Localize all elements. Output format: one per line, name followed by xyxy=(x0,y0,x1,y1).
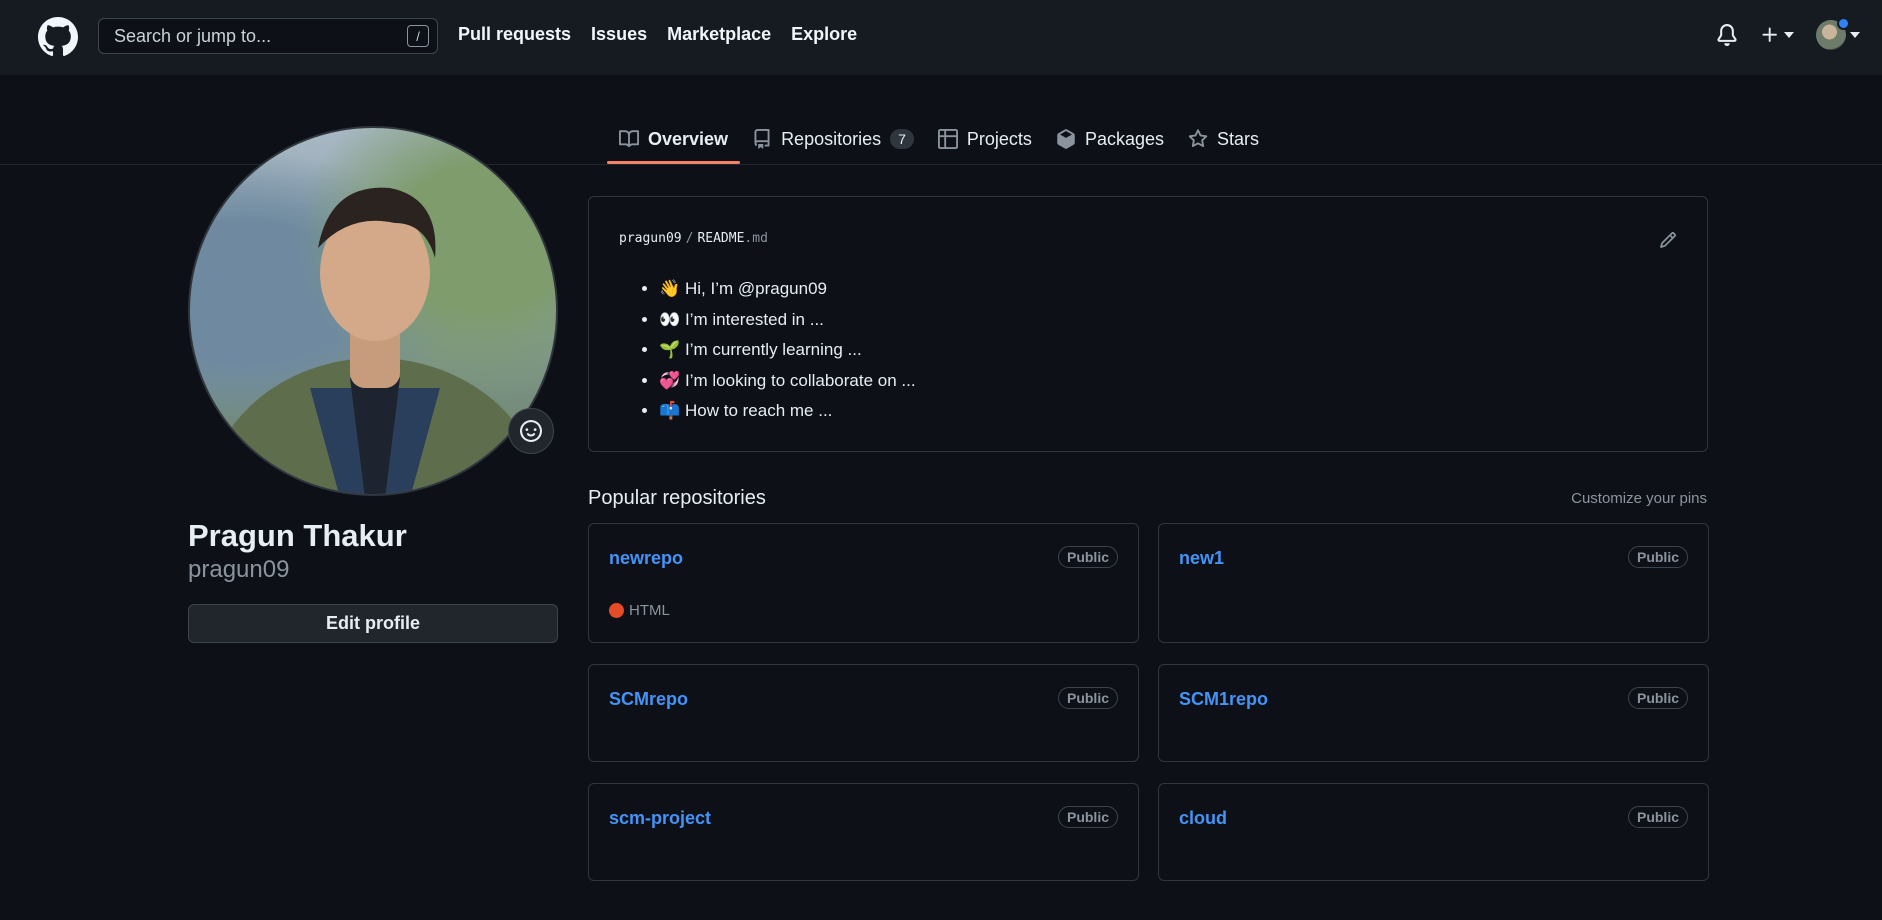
tab-packages[interactable]: Packages xyxy=(1044,115,1176,163)
popular-repos-title: Popular repositories xyxy=(588,487,766,509)
edit-profile-button[interactable]: Edit profile xyxy=(188,604,558,643)
path-separator: / xyxy=(685,231,694,246)
profile-avatar[interactable] xyxy=(188,126,558,496)
repo-count-badge: 7 xyxy=(890,129,914,149)
package-icon xyxy=(1057,129,1075,149)
profile-username: pragun09 xyxy=(188,556,290,583)
chevron-down-icon xyxy=(1850,32,1860,38)
language-color-dot xyxy=(609,603,624,618)
repo-name-link[interactable]: SCMrepo xyxy=(609,689,688,710)
visibility-badge: Public xyxy=(1627,546,1688,568)
github-logo-icon[interactable] xyxy=(38,17,78,57)
repo-card: SCMrepo Public xyxy=(588,664,1139,762)
profile-full-name: Pragun Thakur xyxy=(188,518,407,553)
seedling-icon: 🌱 xyxy=(659,340,681,359)
repo-card: scm-project Public xyxy=(588,783,1139,881)
list-item: 📫How to reach me ... xyxy=(659,397,916,428)
visibility-badge: Public xyxy=(1057,687,1118,709)
table-icon xyxy=(937,129,958,149)
create-new-dropdown[interactable] xyxy=(1760,25,1794,45)
tab-stars[interactable]: Stars xyxy=(1176,115,1271,163)
header-actions xyxy=(1716,17,1860,50)
repo-card: newrepo Public HTML xyxy=(588,523,1139,643)
list-item: 💞️I’m looking to collaborate on ... xyxy=(659,367,916,398)
pencil-icon[interactable] xyxy=(1659,231,1677,249)
repo-language: HTML xyxy=(609,602,670,619)
repo-name-link[interactable]: cloud xyxy=(1179,808,1227,829)
mailbox-icon: 📫 xyxy=(659,401,681,420)
visibility-badge: Public xyxy=(1057,806,1118,828)
global-nav: Pull requests Issues Marketplace Explore xyxy=(458,24,857,45)
readme-file-link[interactable]: README.md xyxy=(697,231,767,246)
repo-card: cloud Public xyxy=(1158,783,1709,881)
global-header: Search or jump to... / Pull requests Iss… xyxy=(0,0,1882,75)
hearts-icon: 💞️ xyxy=(659,370,681,390)
repo-card: SCM1repo Public xyxy=(1158,664,1709,762)
list-item: 🌱I’m currently learning ... xyxy=(659,336,916,367)
tab-projects[interactable]: Projects xyxy=(926,115,1044,163)
readme-path: pragun09/README.md xyxy=(619,231,768,246)
customize-pins-link[interactable]: Customize your pins xyxy=(1571,490,1707,507)
tab-label: Packages xyxy=(1084,128,1164,149)
visibility-badge: Public xyxy=(1627,687,1688,709)
profile-tabs: Overview Repositories 7 Projects Package… xyxy=(607,115,1271,165)
nav-marketplace[interactable]: Marketplace xyxy=(667,24,771,45)
nav-pull-requests[interactable]: Pull requests xyxy=(458,24,571,45)
tab-label: Overview xyxy=(648,128,729,149)
visibility-badge: Public xyxy=(1057,546,1118,568)
tab-overview[interactable]: Overview xyxy=(607,115,741,164)
tab-label: Repositories xyxy=(781,128,882,149)
search-shortcut-key: / xyxy=(407,25,429,47)
user-menu-dropdown[interactable] xyxy=(1816,17,1860,50)
search-placeholder: Search or jump to... xyxy=(114,25,272,46)
notification-dot xyxy=(1837,17,1850,30)
book-icon xyxy=(619,130,639,148)
set-status-button[interactable] xyxy=(508,408,554,454)
list-item: 👀I’m interested in ... xyxy=(659,306,916,337)
avatar xyxy=(1816,17,1850,50)
nav-issues[interactable]: Issues xyxy=(591,24,647,45)
readme-list: 👋Hi, I’m @pragun09 👀I’m interested in ..… xyxy=(659,275,916,428)
readme-owner-link[interactable]: pragun09 xyxy=(619,231,682,246)
star-icon xyxy=(1188,129,1208,148)
repo-name-link[interactable]: SCM1repo xyxy=(1179,689,1268,710)
repo-name-link[interactable]: scm-project xyxy=(609,808,711,829)
repo-name-link[interactable]: new1 xyxy=(1179,548,1224,569)
bell-icon[interactable] xyxy=(1716,23,1738,47)
avatar-illustration xyxy=(205,187,545,494)
profile-readme: pragun09/README.md 👋Hi, I’m @pragun09 👀I… xyxy=(588,196,1708,452)
list-item: 👋Hi, I’m @pragun09 xyxy=(659,275,916,306)
eyes-icon: 👀 xyxy=(659,309,681,329)
search-input[interactable]: Search or jump to... / xyxy=(98,18,438,54)
nav-explore[interactable]: Explore xyxy=(791,24,857,45)
smiley-icon xyxy=(520,420,542,442)
repo-card: new1 Public xyxy=(1158,523,1709,643)
tab-label: Projects xyxy=(966,128,1032,149)
waving-hand-icon: 👋 xyxy=(659,279,681,298)
chevron-down-icon xyxy=(1784,32,1794,38)
plus-icon xyxy=(1762,27,1777,42)
tab-label: Stars xyxy=(1217,128,1260,149)
tab-repositories[interactable]: Repositories 7 xyxy=(740,115,926,163)
visibility-badge: Public xyxy=(1627,806,1688,828)
repo-icon xyxy=(754,129,770,149)
repo-name-link[interactable]: newrepo xyxy=(609,548,683,569)
